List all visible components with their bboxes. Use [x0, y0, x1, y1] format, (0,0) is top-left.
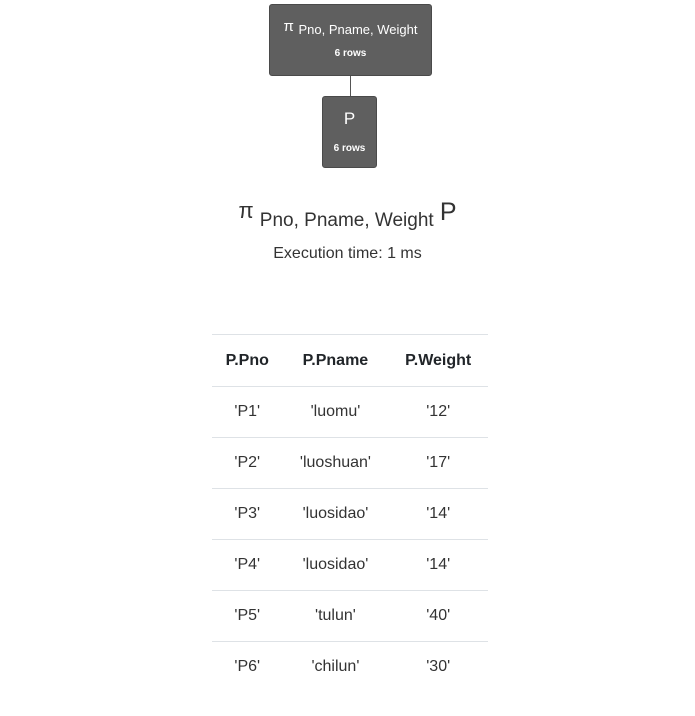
cell-pno: 'P2' [212, 437, 283, 489]
cell-weight: '14' [388, 539, 488, 591]
table-row: 'P3' 'luosidao' '14' [212, 488, 488, 540]
projection-symbol: π [283, 18, 294, 35]
cell-weight: '17' [388, 437, 488, 489]
cell-pname: 'chilun' [311, 658, 360, 675]
result-table: P.Pno P.Pname P.Weight 'P1' 'luomu' '12'… [212, 334, 488, 692]
cell-weight: '14' [388, 488, 488, 540]
expression-attributes: Pno, Pname, Weight [259, 210, 434, 231]
cell-pno: 'P3' [212, 488, 283, 540]
relation-name: P [343, 109, 356, 128]
table-row: 'P5' 'tulun' '40' [212, 590, 488, 642]
cell-pno: 'P5' [212, 590, 283, 642]
column-header-weight[interactable]: P.Weight [388, 334, 488, 387]
query-expression: π Pno, Pname, Weight P [0, 198, 695, 232]
table-row: 'P2' 'luoshuan' '17' [212, 437, 488, 489]
cell-weight: '40' [388, 590, 488, 642]
projection-row-count: 6 rows [334, 48, 367, 59]
cell-pname: 'luosidao' [282, 539, 389, 591]
cell-weight: '12' [388, 386, 488, 438]
execution-time: Execution time: 1 ms [273, 245, 422, 262]
expression-relation: P [439, 198, 457, 226]
projection-node[interactable]: π Pno, Pname, Weight 6 rows [269, 4, 432, 76]
table-row: 'P1' 'luomu' '12' [212, 386, 488, 438]
tree-edge [350, 76, 351, 96]
table-header-row: P.Pno P.Pname P.Weight [212, 334, 488, 387]
cell-pno: 'P6' [234, 658, 261, 675]
relation-row-count: 6 rows [333, 143, 366, 154]
column-header-pno[interactable]: P.Pno [212, 334, 283, 387]
column-header-pname[interactable]: P.Pname [282, 334, 389, 387]
cell-weight: '30' [426, 658, 451, 675]
expression-projection-symbol: π [238, 198, 254, 223]
cell-pname: 'luoshuan' [282, 437, 389, 489]
projection-node-label: π Pno, Pname, Weight [270, 18, 431, 37]
cell-pname: 'tulun' [282, 590, 389, 642]
cell-pname: 'luomu' [282, 386, 389, 438]
cell-pno: 'P4' [212, 539, 283, 591]
relation-node[interactable]: P 6 rows [322, 96, 377, 168]
projection-attributes: Pno, Pname, Weight [298, 22, 418, 37]
table-row: 'P6' 'chilun' '30' [212, 642, 488, 693]
cell-pname: 'luosidao' [282, 488, 389, 540]
relational-algebra-result-view: π Pno, Pname, Weight 6 rows P 6 rows π P… [0, 0, 695, 716]
cell-pno: 'P1' [212, 386, 283, 438]
table-row: 'P4' 'luosidao' '14' [212, 539, 488, 591]
